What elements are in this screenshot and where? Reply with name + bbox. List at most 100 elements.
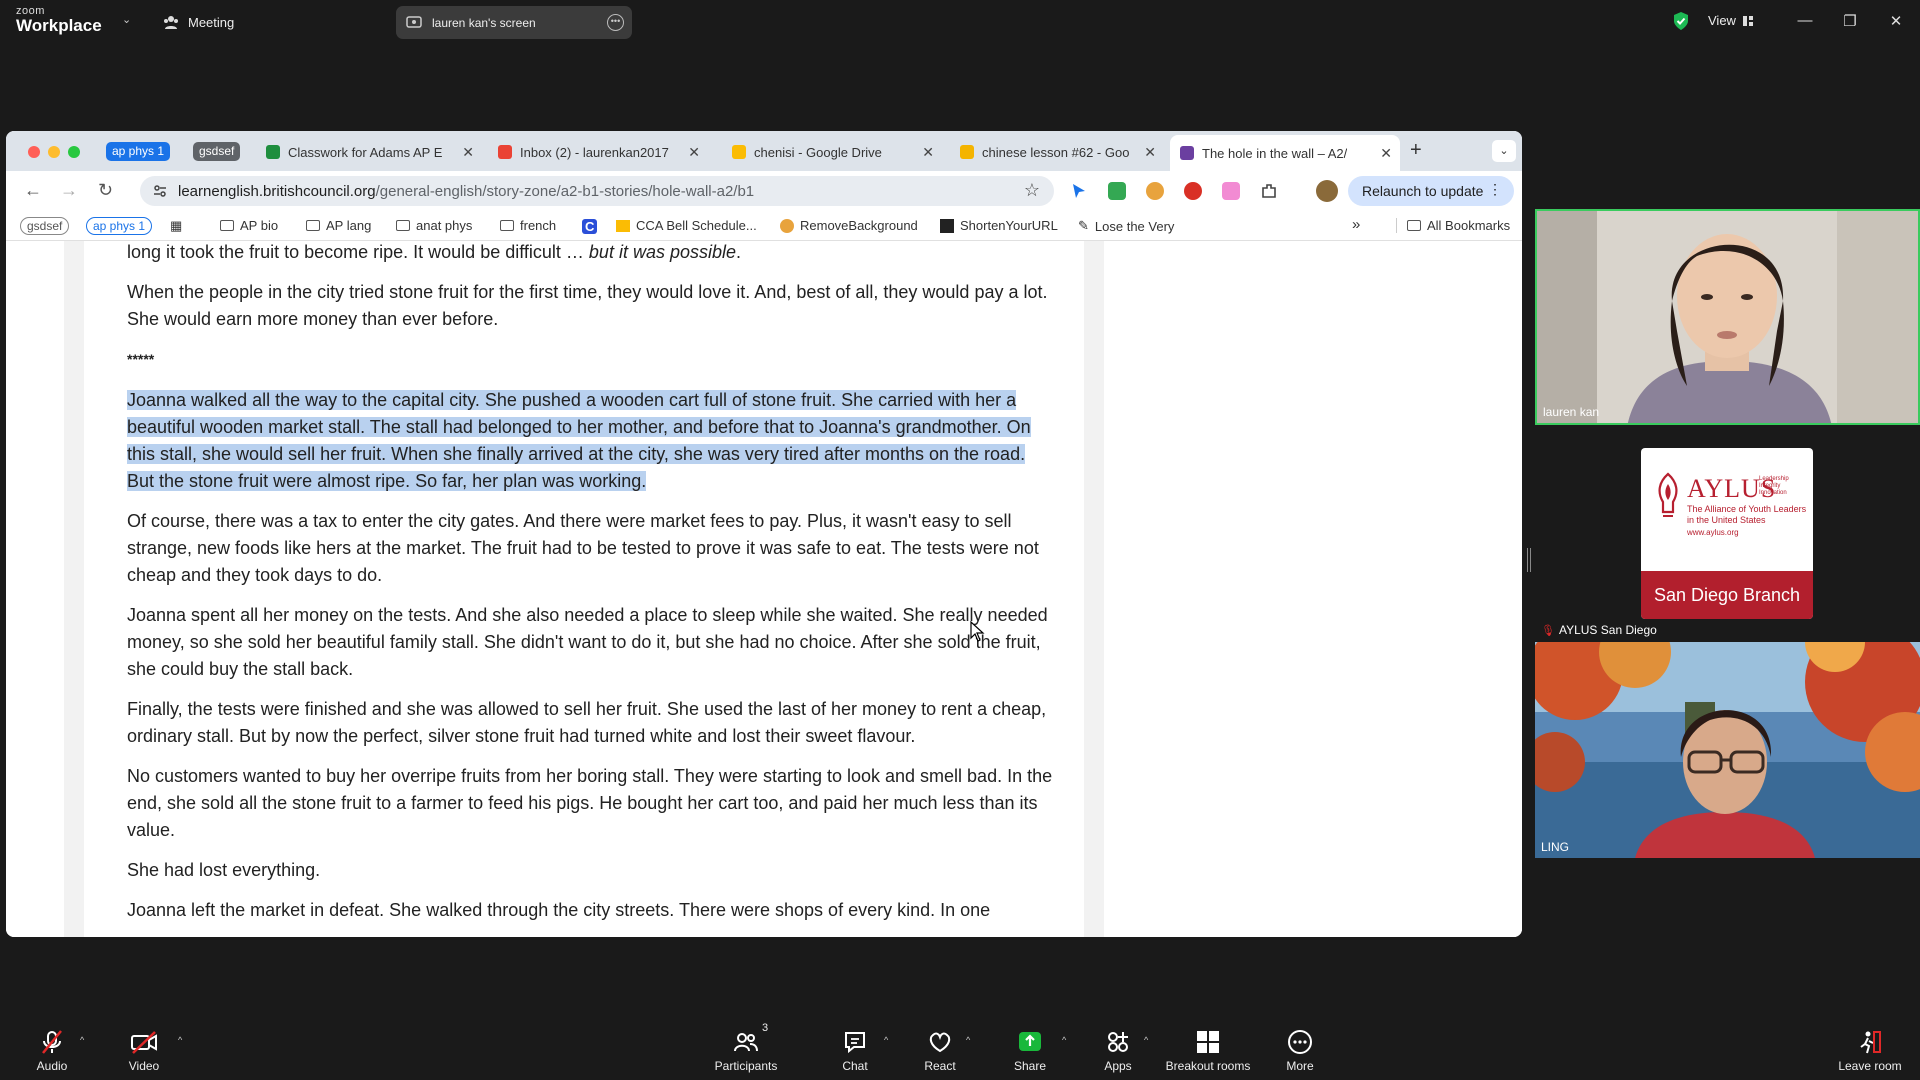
participants-icon	[734, 1033, 758, 1052]
extension-green-icon[interactable]	[1108, 182, 1126, 200]
tab-group-ap-phys[interactable]: ap phys 1	[106, 142, 171, 161]
slides-icon	[960, 145, 974, 159]
chevron-down-icon[interactable]: ⌄	[122, 13, 131, 26]
extension-pink-icon[interactable]	[1222, 182, 1240, 200]
meeting-button[interactable]: Meeting	[162, 12, 234, 32]
close-tab-icon[interactable]: ✕	[688, 144, 700, 161]
bookmarks-overflow-icon[interactable]: »	[1352, 216, 1360, 233]
drive-icon	[732, 145, 746, 159]
tab-drive[interactable]: chenisi - Google Drive ✕	[722, 137, 942, 167]
chat-icon	[845, 1032, 865, 1054]
story-paragraph: Finally, the tests were finished and she…	[127, 699, 1047, 746]
close-tab-icon[interactable]: ✕	[462, 144, 474, 161]
close-window-icon[interactable]	[28, 146, 40, 158]
bookmark-lose-the-very[interactable]: ✎ Lose the Very	[1078, 218, 1174, 234]
tab-chinese-lesson[interactable]: chinese lesson #62 - Goo ✕	[950, 137, 1164, 167]
tab-group-gsdsef[interactable]: gsdsef	[193, 142, 241, 161]
folder-icon	[1407, 220, 1421, 231]
tab-hole-in-the-wall[interactable]: The hole in the wall – A2/ ✕	[1170, 135, 1400, 171]
more-options-icon[interactable]: •••	[607, 14, 624, 31]
video-button[interactable]: Video	[104, 1029, 184, 1073]
aylus-tagline: Leadership Integrity Innovation	[1759, 476, 1789, 496]
audio-options-caret[interactable]: ^	[80, 1035, 84, 1045]
more-button[interactable]: More	[1260, 1029, 1340, 1073]
chat-label: Chat	[842, 1059, 868, 1073]
minimize-icon[interactable]: —	[1795, 12, 1815, 29]
bookmark-removebackground[interactable]: RemoveBackground	[780, 218, 918, 233]
left-gutter	[64, 241, 84, 937]
bookmark-label: CCA Bell Schedule...	[636, 218, 757, 233]
tab-search-icon[interactable]: ⌄	[1492, 140, 1516, 162]
apps-options-caret[interactable]: ^	[1144, 1035, 1148, 1045]
shield-icon[interactable]	[1672, 11, 1690, 31]
close-icon[interactable]: ✕	[1886, 12, 1906, 30]
leave-room-button[interactable]: Leave room	[1830, 1029, 1910, 1073]
drive-icon	[616, 219, 630, 232]
chat-button[interactable]: Chat	[815, 1029, 895, 1073]
tab-title: Classwork for Adams AP E	[288, 144, 443, 160]
back-icon[interactable]: ←	[24, 180, 42, 201]
video-tile-lauren[interactable]: lauren kan	[1535, 209, 1920, 425]
bookmark-cca-bell[interactable]: CCA Bell Schedule...	[616, 218, 757, 233]
restore-icon[interactable]: ❐	[1840, 12, 1860, 30]
apps-label: Apps	[1104, 1059, 1132, 1073]
extension-honey-icon[interactable]	[1146, 182, 1164, 200]
shared-browser-window: ap phys 1 gsdsef Classwork for Adams AP …	[6, 131, 1522, 937]
breakout-label: Breakout rooms	[1165, 1059, 1251, 1073]
panel-resize-handle[interactable]	[1527, 548, 1531, 572]
forward-icon[interactable]: →	[60, 180, 78, 201]
meeting-label: Meeting	[188, 14, 235, 30]
video-label: Video	[128, 1059, 160, 1073]
profile-avatar[interactable]	[1316, 180, 1338, 202]
maximize-window-icon[interactable]	[68, 146, 80, 158]
apps-grid-icon[interactable]: ▦	[170, 218, 182, 234]
story-paragraph: When the people in the city tried stone …	[127, 282, 1048, 329]
breakout-rooms-button[interactable]: Breakout rooms	[1164, 1029, 1252, 1073]
new-tab-icon[interactable]: +	[1410, 139, 1422, 162]
mouse-pointer-icon	[970, 621, 985, 642]
all-bookmarks[interactable]: All Bookmarks	[1396, 218, 1510, 233]
story-paragraph: Joanna left the market in defeat. She wa…	[127, 900, 991, 920]
tab-title: chinese lesson #62 - Goo	[982, 144, 1130, 160]
participants-button[interactable]: Participants	[706, 1029, 786, 1073]
video-tile-ling[interactable]: LING	[1535, 642, 1920, 858]
close-tab-icon[interactable]: ✕	[1144, 144, 1156, 161]
folder-icon	[500, 220, 514, 231]
minimize-window-icon[interactable]	[48, 146, 60, 158]
share-button[interactable]: Share	[990, 1029, 1070, 1073]
video-tile-aylus[interactable]: AYLUS Leadership Integrity Innovation Th…	[1535, 425, 1920, 641]
chat-options-caret[interactable]: ^	[884, 1035, 888, 1045]
site-info-icon[interactable]	[152, 183, 168, 199]
bookmark-anat-phys[interactable]: anat phys	[396, 218, 472, 233]
participant-label: 🎙 AYLUS San Diego	[1541, 623, 1657, 637]
bookmark-shortenyoururl[interactable]: ShortenYourURL	[940, 218, 1058, 233]
all-bookmarks-label: All Bookmarks	[1427, 218, 1511, 233]
cursor-extension-icon[interactable]	[1070, 182, 1088, 200]
address-bar[interactable]: learnenglish.britishcouncil.org/general-…	[140, 176, 1054, 206]
classroom-icon	[266, 145, 280, 159]
view-button[interactable]: View	[1708, 13, 1754, 28]
bookmark-group-ap-phys[interactable]: ap phys 1	[86, 217, 153, 235]
bookmark-ap-bio[interactable]: AP bio	[220, 218, 278, 233]
bookmark-group-gsdsef[interactable]: gsdsef	[20, 217, 70, 235]
bookmark-star-icon[interactable]: ☆	[1024, 180, 1040, 201]
extensions-puzzle-icon[interactable]	[1260, 182, 1278, 200]
react-options-caret[interactable]: ^	[966, 1035, 970, 1045]
bookmark-french[interactable]: french	[500, 218, 556, 233]
share-options-caret[interactable]: ^	[1062, 1035, 1066, 1045]
c-bookmark-icon[interactable]: C	[582, 219, 598, 234]
leave-label: Leave room	[1838, 1059, 1902, 1073]
bookmark-ap-lang[interactable]: AP lang	[306, 218, 371, 233]
extension-red-icon[interactable]	[1184, 182, 1202, 200]
screen-share-indicator[interactable]: lauren kan's screen •••	[396, 6, 632, 39]
reload-icon[interactable]: ↻	[98, 180, 113, 201]
close-tab-icon[interactable]: ✕	[922, 144, 934, 161]
tab-inbox[interactable]: Inbox (2) - laurenkan2017 ✕	[488, 137, 708, 167]
tab-classwork[interactable]: Classwork for Adams AP E ✕	[256, 137, 482, 167]
video-options-caret[interactable]: ^	[178, 1035, 182, 1045]
right-gutter	[1084, 241, 1104, 937]
zoom-logo[interactable]: zoom Workplace	[16, 5, 136, 35]
close-tab-icon[interactable]: ✕	[1380, 145, 1392, 162]
kebab-menu-icon[interactable]: ⋮	[1488, 181, 1502, 198]
relaunch-button[interactable]: Relaunch to update ⋮	[1348, 176, 1514, 206]
